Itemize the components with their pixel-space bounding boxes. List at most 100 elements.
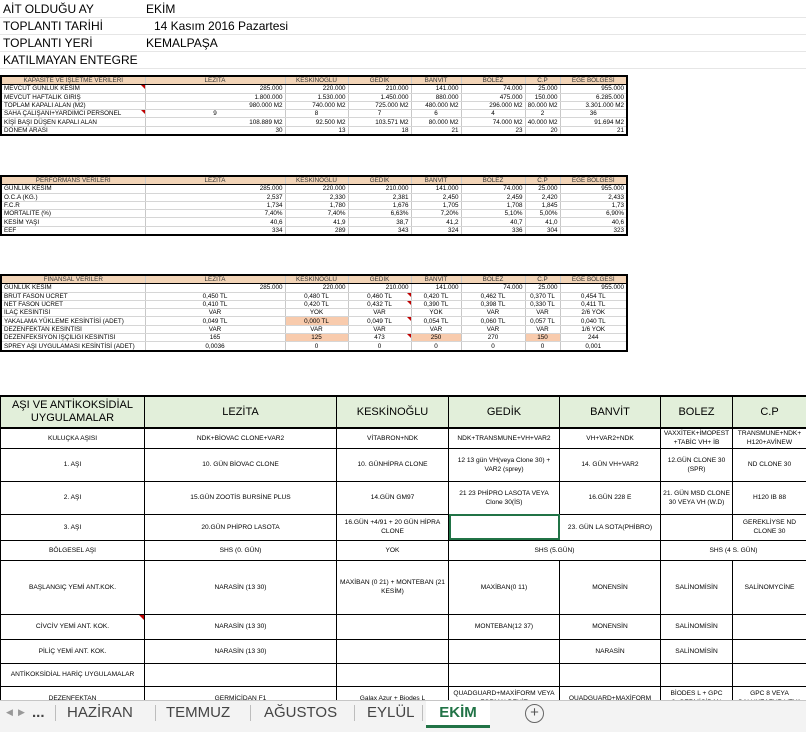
cell[interactable]: VAR: [145, 325, 285, 333]
cell[interactable]: 5,10%: [461, 210, 525, 218]
cell[interactable]: [560, 663, 661, 686]
cell[interactable]: 16.GÜN 228 E: [560, 481, 661, 514]
cell[interactable]: 0: [348, 342, 411, 351]
cell[interactable]: 0,460 TL: [348, 292, 411, 300]
cell[interactable]: 244: [560, 334, 627, 342]
row-label[interactable]: DEZENFEKSİYON İŞÇİLİĞİ KESİNTİSİ: [1, 334, 145, 342]
cell[interactable]: 41,0: [525, 218, 560, 226]
cell[interactable]: 40,6: [145, 218, 285, 226]
cell[interactable]: 13: [285, 126, 348, 135]
row-label[interactable]: KULUÇKA AŞISI: [1, 428, 145, 448]
cell[interactable]: 0,454 TL: [560, 292, 627, 300]
cell[interactable]: 141.000: [411, 284, 461, 292]
cell[interactable]: 285.000: [145, 284, 285, 292]
cell[interactable]: 210.000: [348, 85, 411, 93]
cell[interactable]: 220.000: [285, 284, 348, 292]
cell[interactable]: 21. GÜN MSD CLONE 30 VEYA VH (W.D): [661, 481, 733, 514]
cell[interactable]: 480.000 M2: [411, 101, 461, 109]
cell[interactable]: 30: [145, 126, 285, 135]
row-label[interactable]: SAHA ÇALIŞANI+YARDIMCI PERSONEL: [1, 110, 145, 118]
cell[interactable]: 38,7: [348, 218, 411, 226]
cell[interactable]: 91.694 M2: [560, 118, 627, 126]
cell[interactable]: NARASİN (13 30): [145, 614, 337, 639]
cell[interactable]: [337, 663, 449, 686]
cell[interactable]: 125: [285, 334, 348, 342]
row-label[interactable]: 3. AŞI: [1, 514, 145, 540]
cell[interactable]: 0,411 TL: [560, 300, 627, 308]
cell[interactable]: SALİNOMİSİN: [661, 614, 733, 639]
cell[interactable]: 880.000: [411, 93, 461, 101]
cell[interactable]: 2/6 YOK: [560, 309, 627, 317]
cell[interactable]: 2,381: [348, 193, 411, 201]
row-label[interactable]: F.C.R: [1, 201, 145, 209]
tab-eylul[interactable]: EYLÜL: [367, 701, 415, 725]
cell[interactable]: 210.000: [348, 185, 411, 193]
cell[interactable]: 1,780: [285, 201, 348, 209]
cell[interactable]: 12.GÜN CLONE 30 (SPR): [661, 448, 733, 481]
cell[interactable]: SALİNOMYCİNE: [733, 560, 806, 614]
cell[interactable]: 23: [461, 126, 525, 135]
cell[interactable]: [733, 639, 806, 663]
row-label[interactable]: SPREY AŞI UYGULAMASI KESİNTİSİ (ADET): [1, 342, 145, 351]
cell[interactable]: 0,0036: [145, 342, 285, 351]
cell[interactable]: 1,73: [560, 201, 627, 209]
cell[interactable]: 36: [560, 110, 627, 118]
cell[interactable]: 7,40%: [285, 210, 348, 218]
add-sheet-icon[interactable]: +: [525, 704, 544, 723]
cell[interactable]: 304: [525, 226, 560, 235]
cell[interactable]: GEREKLİYSE ND CLONE 30: [733, 514, 806, 540]
scroll-right-icon[interactable]: ▶: [18, 707, 25, 718]
cell[interactable]: 980.000 M2: [145, 101, 285, 109]
cell[interactable]: [449, 663, 560, 686]
cell[interactable]: 1.450.000: [348, 93, 411, 101]
cell[interactable]: 3.301.000 M2: [560, 101, 627, 109]
cell[interactable]: 0,060 TL: [461, 317, 525, 325]
cell[interactable]: [661, 514, 733, 540]
cell[interactable]: 0: [461, 342, 525, 351]
cell[interactable]: 80.000 M2: [525, 101, 560, 109]
cell[interactable]: 0,330 TL: [525, 300, 560, 308]
cell[interactable]: 1/6 YOK: [560, 325, 627, 333]
more-tabs-button[interactable]: ...: [32, 701, 45, 725]
cell[interactable]: 141.000: [411, 185, 461, 193]
cell[interactable]: 23. GÜN LA SOTA(PHİBRO): [560, 514, 661, 540]
cell[interactable]: 6: [411, 110, 461, 118]
cell[interactable]: SHS (5.GÜN): [449, 540, 661, 560]
cell[interactable]: 2,537: [145, 193, 285, 201]
selected-cell[interactable]: [449, 514, 560, 540]
cell[interactable]: 473: [348, 334, 411, 342]
cell[interactable]: [733, 663, 806, 686]
cell[interactable]: YOK: [337, 540, 449, 560]
row-label[interactable]: BRÜT FASON ÜCRET: [1, 292, 145, 300]
row-label[interactable]: TOPLAM KAPALI ALAN (M2): [1, 101, 145, 109]
cell[interactable]: VAR: [145, 309, 285, 317]
cell[interactable]: 41,9: [285, 218, 348, 226]
cell[interactable]: 0: [285, 342, 348, 351]
header-row[interactable]: AİT OLDUĞU AY EKİM: [0, 0, 806, 18]
cell[interactable]: VAR: [285, 325, 348, 333]
cell[interactable]: VAR: [348, 309, 411, 317]
cell[interactable]: 289: [285, 226, 348, 235]
tab-temmuz[interactable]: TEMMUZ: [166, 701, 230, 725]
row-label[interactable]: 2. AŞI: [1, 481, 145, 514]
cell[interactable]: 0,054 TL: [411, 317, 461, 325]
cell[interactable]: 1,845: [525, 201, 560, 209]
header-row[interactable]: TOPLANTI YERİ KEMALPAŞA: [0, 34, 806, 52]
cell[interactable]: 0,398 TL: [461, 300, 525, 308]
cell[interactable]: VAR: [525, 325, 560, 333]
row-label[interactable]: MEVCUT HAFTALIK GİRİŞ: [1, 93, 145, 101]
row-label[interactable]: GÜNLÜK KESİM: [1, 284, 145, 292]
cell[interactable]: 1,734: [145, 201, 285, 209]
row-label[interactable]: EEF: [1, 226, 145, 235]
tab-agustos[interactable]: AĞUSTOS: [264, 701, 337, 725]
row-label[interactable]: BAŞLANGIÇ YEMİ ANT.KOK.: [1, 560, 145, 614]
cell[interactable]: VAR: [411, 325, 461, 333]
cell[interactable]: 0,420 TL: [411, 292, 461, 300]
cell[interactable]: 2,420: [525, 193, 560, 201]
cell[interactable]: 1.800.000: [145, 93, 285, 101]
cell[interactable]: 74.000 M2: [461, 118, 525, 126]
cell[interactable]: 210.000: [348, 284, 411, 292]
cell[interactable]: 2,459: [461, 193, 525, 201]
cell[interactable]: 165: [145, 334, 285, 342]
cell[interactable]: VAXXİTEK+İMOPEST +TABİC VH+ İB: [661, 428, 733, 448]
